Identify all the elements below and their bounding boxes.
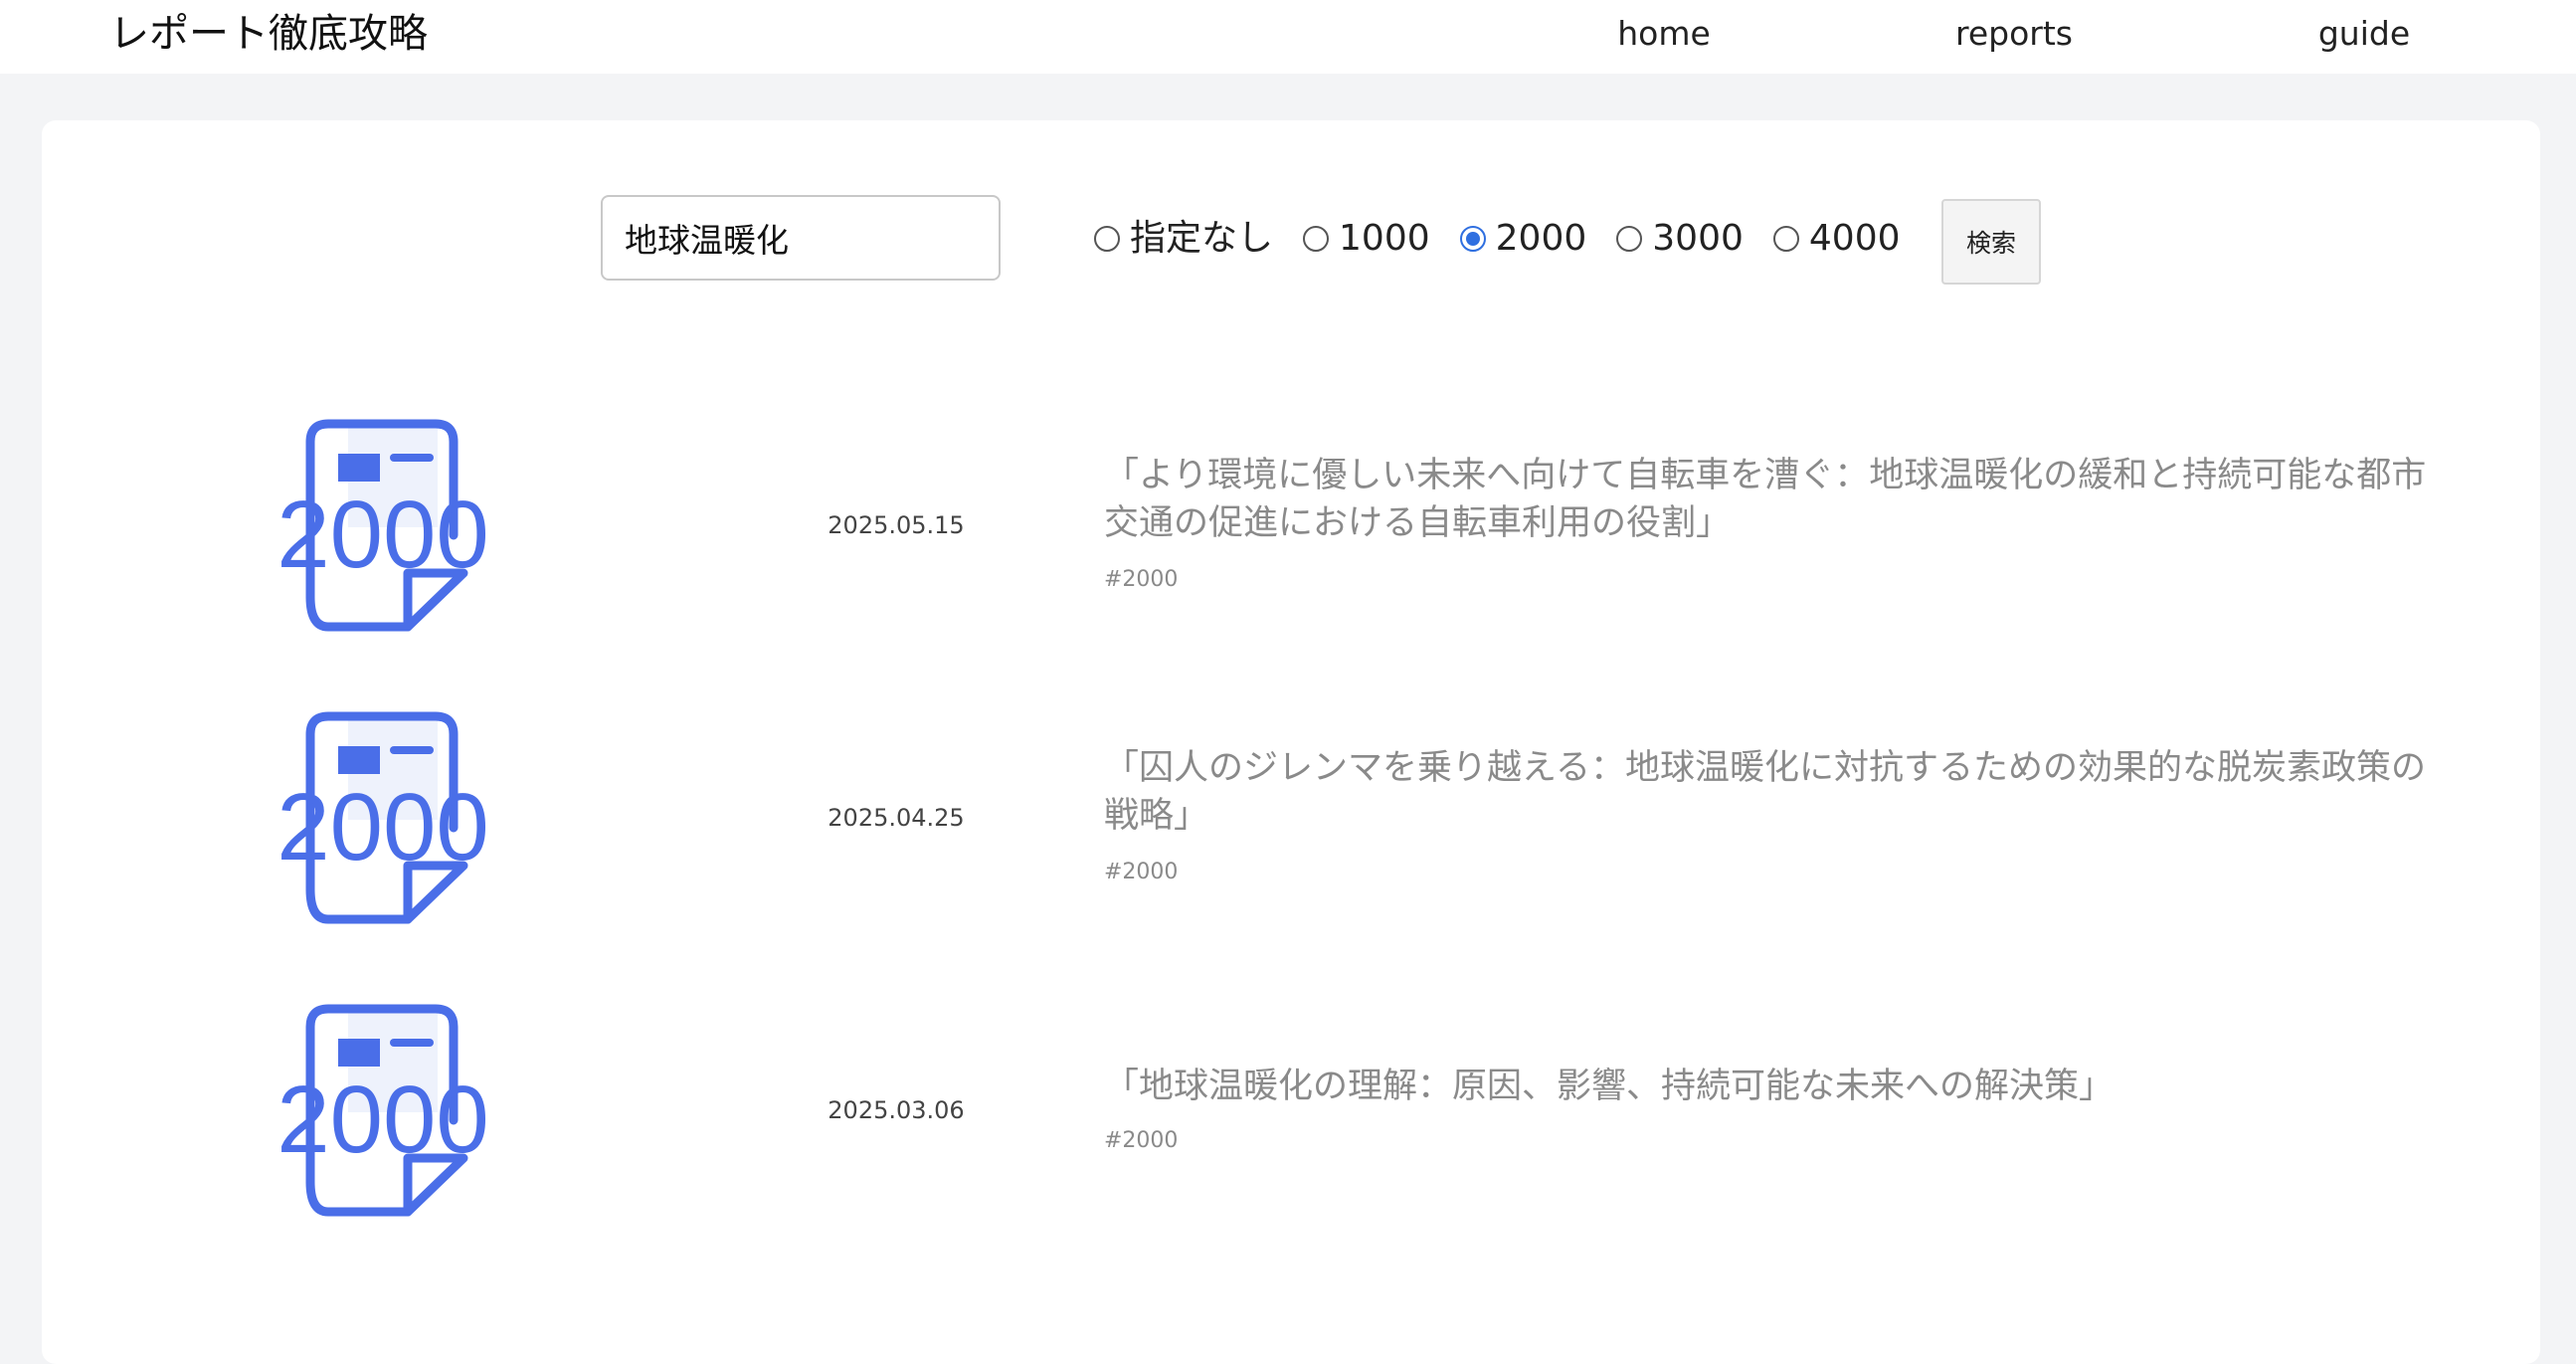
report-tag[interactable]: #2000: [1104, 567, 1178, 592]
document-icon[interactable]: 2000: [276, 1003, 505, 1232]
document-icon[interactable]: 2000: [276, 418, 505, 647]
nav-guide[interactable]: guide: [2318, 10, 2410, 58]
radio-button[interactable]: [1094, 226, 1120, 252]
report-title-link[interactable]: 「より環境に優しい未来へ向けて自転車を漕ぐ：地球温暖化の緩和と持続可能な都市交通…: [1104, 452, 2457, 547]
radio-option-2000[interactable]: 2000: [1459, 217, 1587, 261]
report-list-item[interactable]: 2000 2025.05.15 「より環境に優しい未来へ向けて自転車を漕ぐ：地球…: [42, 418, 2540, 677]
radio-button-checked[interactable]: [1459, 226, 1486, 252]
radio-button[interactable]: [1616, 226, 1643, 252]
thumb-label: 2000: [276, 1067, 489, 1173]
thumb-label: 2000: [276, 774, 489, 880]
report-tag[interactable]: #2000: [1104, 1128, 1178, 1153]
report-date: 2025.05.15: [828, 511, 965, 539]
radio-label: 指定なし: [1130, 218, 1274, 259]
report-date: 2025.03.06: [828, 1096, 965, 1124]
radio-option-none[interactable]: 指定なし: [1094, 217, 1273, 261]
radio-label: 3000: [1652, 218, 1744, 259]
length-filter-radio-group: 指定なし 1000 2000 3000 4000: [1094, 211, 1931, 267]
document-icon[interactable]: 2000: [276, 710, 505, 939]
report-title-link[interactable]: 「囚人のジレンマを乗り越える：地球温暖化に対抗するための効果的な脱炭素政策の戦略…: [1104, 744, 2457, 840]
radio-option-4000[interactable]: 4000: [1772, 217, 1901, 261]
report-title-link[interactable]: 「地球温暖化の理解：原因、影響、持続可能な未来への解決策」: [1104, 1063, 2457, 1110]
search-button[interactable]: 検索: [1941, 199, 2041, 285]
search-input[interactable]: [601, 195, 1001, 281]
report-list-item[interactable]: 2000 2025.03.06 「地球温暖化の理解：原因、影響、持続可能な未来へ…: [42, 1003, 2540, 1262]
nav-home[interactable]: home: [1617, 10, 1711, 58]
radio-button[interactable]: [1772, 226, 1799, 252]
radio-label: 2000: [1495, 218, 1587, 259]
radio-button[interactable]: [1303, 226, 1330, 252]
site-header: レポート徹底攻略 home reports guide: [0, 0, 2576, 74]
radio-option-1000[interactable]: 1000: [1303, 217, 1430, 261]
site-title[interactable]: レポート徹底攻略: [109, 6, 428, 62]
thumb-label: 2000: [276, 482, 489, 588]
radio-label: 1000: [1339, 218, 1430, 259]
nav-reports[interactable]: reports: [1955, 10, 2073, 58]
radio-label: 4000: [1808, 218, 1901, 259]
report-date: 2025.04.25: [828, 804, 965, 832]
report-list-item[interactable]: 2000 2025.04.25 「囚人のジレンマを乗り越える：地球温暖化に対抗す…: [42, 710, 2540, 969]
radio-option-3000[interactable]: 3000: [1616, 217, 1744, 261]
report-tag[interactable]: #2000: [1104, 860, 1178, 884]
